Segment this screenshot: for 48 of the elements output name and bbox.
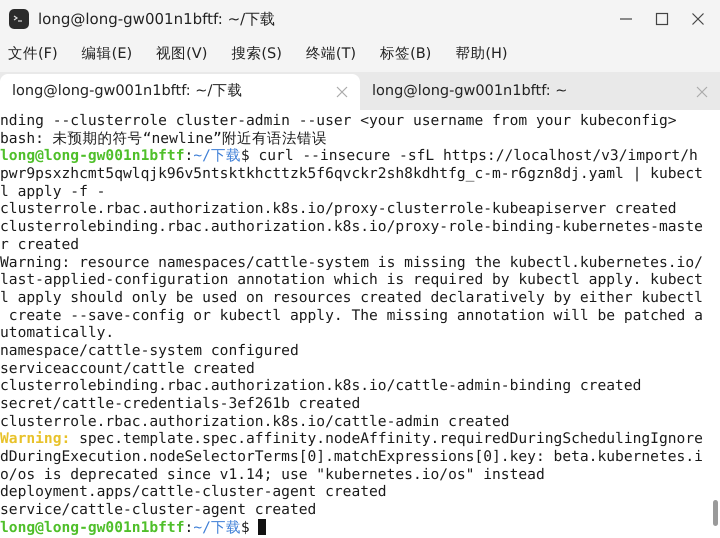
menu-item[interactable]: 文件(F) [4, 42, 62, 68]
terminal-text: pwr9psxzhcmt5qwlqjk96v5ntsktkhcttzk5f6qvckr2sh8kdhtfg_c-m-r6gzn8dj.yaml | kubect [0, 165, 703, 182]
terminal-text: service/cattle-cluster-agent created [0, 501, 316, 518]
terminal-text: clusterrolebinding.rbac.authorization.k8s.io/cattle-admin-binding created [0, 377, 642, 394]
terminal-text: o/os is deprecated since v1.14; use "kubernetes.io/os" instead [0, 466, 545, 483]
terminal-text: clusterrole.rbac.authorization.k8s.io/proxy-clusterrole-kubeapiserver created [0, 200, 677, 218]
terminal-text: nding --clusterrole cluster-admin --user <your username from your kubeconfig> [0, 112, 677, 129]
terminal-text: $ curl --insecure -sfL https://localhost/v3/import/h [240, 147, 698, 164]
cursor-icon [258, 518, 266, 535]
terminal-text: r created [0, 236, 80, 253]
terminal-text: deployment.apps/cattle-cluster-agent created [0, 483, 387, 500]
menu-item[interactable]: 编辑(E) [78, 42, 136, 68]
terminal-text: spec.template.spec.affinity.nodeAffinity.requiredDuringSchedulingIgnore [78, 430, 703, 448]
window-title: long@long-gw001n1bftf: ~/下载 [38, 8, 276, 30]
maximize-icon [655, 12, 669, 26]
prompt-user: long@long-gw001n1bftf [0, 147, 185, 164]
menu-item[interactable]: 帮助(H) [451, 42, 512, 68]
terminal-text: secret/cattle-credentials-3ef261b created [0, 395, 360, 412]
terminal-text: l apply -f - [0, 182, 106, 200]
prompt-user: long@long-gw001n1bftf [0, 518, 185, 536]
close-icon [696, 86, 708, 98]
terminal-text: clusterrolebinding.rbac.authorization.k8s.io/proxy-role-binding-kubernetes-maste [0, 218, 703, 236]
prompt-path: ~/下载 [193, 518, 241, 536]
terminal-text: : [184, 147, 194, 164]
terminal-text: clusterrole.rbac.authorization.k8s.io/cattle-admin created [0, 412, 510, 430]
terminal-text: Warning: resource namespaces/cattle-system is missing the kubectl.kubernetes.io/ [0, 254, 703, 270]
terminal-text: : [184, 518, 194, 536]
terminal-text: namespace/cattle-system configured [0, 342, 299, 359]
close-icon [336, 86, 348, 98]
prompt-path: ~/下载 [193, 147, 241, 164]
menu-item[interactable]: 搜索(S) [227, 42, 286, 68]
terminal-text: serviceaccount/cattle created [0, 360, 255, 377]
scrollbar-thumb[interactable] [713, 500, 718, 526]
terminal-text: $ [240, 518, 251, 536]
terminal-text: bash: 未预期的符号“newline”附近有语法错误 [0, 130, 327, 147]
terminal-tab[interactable]: long@long-gw001n1bftf: ~ [360, 74, 720, 110]
terminal-text: create --save-config or kubectl apply. The missing annotation will be patched a [8, 306, 703, 324]
terminal-app-icon [8, 8, 30, 30]
close-icon [691, 12, 705, 26]
menu-item[interactable]: 视图(V) [152, 42, 212, 68]
menu-item[interactable]: 标签(B) [376, 42, 436, 68]
terminal-text: last-applied-configuration annotation which is required by kubectl apply. kubect [0, 271, 703, 288]
warning-label: Warning: [0, 430, 70, 448]
terminal-text: utomatically. [0, 324, 114, 342]
terminal-text: l apply should only be used on resources created declaratively by either kubectl [0, 288, 703, 306]
menu-item[interactable]: 终端(T) [302, 42, 360, 68]
terminal-tab[interactable]: long@long-gw001n1bftf: ~/下载 [0, 74, 360, 110]
terminal-text: dDuringExecution.nodeSelectorTerms[0].matchExpressions[0].key: beta.kubernetes.i [0, 448, 703, 466]
